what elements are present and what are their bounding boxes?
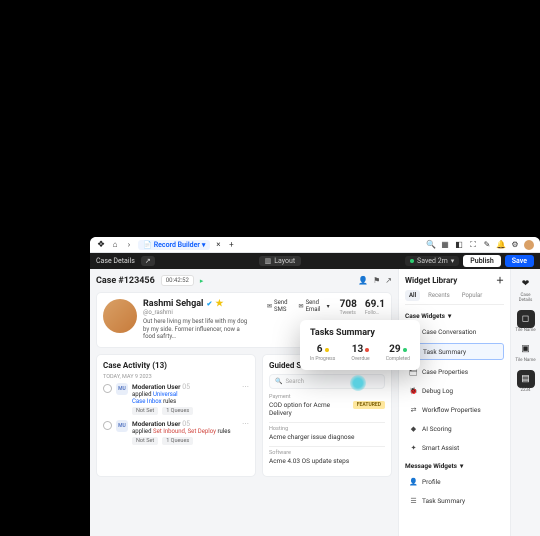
search-icon[interactable]: 🔍 [426, 240, 436, 250]
script-item[interactable]: Software Acme 4.03 OS update steps [269, 450, 385, 465]
bug-icon: 🐞 [409, 386, 418, 395]
send-email-link[interactable]: ✉ Send Email ▾ [299, 299, 330, 313]
search-input[interactable]: 🔍Search [269, 374, 385, 389]
flow-icon: ⇄ [409, 405, 418, 414]
widget-item[interactable]: 🐞Debug Log [405, 383, 504, 398]
save-button[interactable]: Save [505, 255, 534, 267]
widget-item[interactable]: ✦Smart Assist [405, 440, 504, 455]
more-icon[interactable]: ⋯ [242, 383, 249, 391]
sparkle-icon: ✦ [409, 443, 418, 452]
publish-button[interactable]: Publish [463, 255, 500, 267]
topbar: ❖ ⌂ › 📄Record Builder▾ × + 🔍 ▦ ◧ ⛶ ✎ 🔔 ⚙ [90, 237, 540, 253]
chevron-down-icon: ▾ [448, 312, 451, 320]
wand-icon[interactable]: ✎ [482, 240, 492, 250]
followers-count: 69.1 [365, 299, 385, 310]
widget-item[interactable]: 👤Profile [405, 474, 504, 489]
builder-bar: Case Details ↗ ▥ Layout Saved 2m▾ Publis… [90, 253, 540, 269]
expand-icon[interactable]: ⛶ [468, 240, 478, 250]
ai-icon: ◆ [409, 424, 418, 433]
share-icon[interactable]: ↗ [141, 256, 155, 266]
rail-item[interactable]: ▣Tile Name [515, 340, 537, 364]
flag-icon[interactable]: ⚑ [373, 276, 380, 285]
activity-item: MU Moderation User 05 applied Set Inboun… [103, 420, 249, 445]
avatar [103, 299, 137, 333]
right-rail: ❤Case Details ◻Tile Name ▣Tile Name ▤223… [510, 269, 540, 536]
guided-scripts-card: Guided Scripts 🔍Search Payment FEATURED … [262, 354, 392, 477]
share2-icon[interactable]: ↗ [385, 276, 392, 285]
play-icon[interactable]: ▸ [200, 277, 204, 285]
layout-toggle[interactable]: ▥ Layout [259, 256, 302, 266]
profile-bio: Out here living my best life with my dog… [143, 318, 253, 341]
search-icon: 🔍 [275, 378, 282, 385]
tab-popular[interactable]: Popular [458, 290, 487, 301]
verified-icon: ✔ [206, 300, 212, 308]
add-tab-icon[interactable]: + [226, 240, 236, 250]
tasks-title: Tasks Summary [310, 328, 410, 338]
widget-item[interactable]: ◆AI Scoring [405, 421, 504, 436]
case-timer: 00:42:52 [161, 275, 194, 286]
activity-item: MU Moderation User 05 applied Universal … [103, 383, 249, 415]
saved-status: Saved 2m▾ [405, 256, 459, 266]
star-icon: ★ [215, 299, 223, 309]
tab-record-builder[interactable]: 📄Record Builder▾ [138, 240, 210, 250]
activity-avatar: MU [116, 383, 128, 395]
tab-all[interactable]: All [405, 290, 420, 301]
plus-icon[interactable]: ＋ [496, 275, 504, 286]
activity-avatar: MU [116, 420, 128, 432]
widget-item[interactable]: 🗂Case Properties [405, 364, 504, 379]
case-activity-card: Case Activity (13) TODAY, MAY 9 2023 MU … [96, 354, 256, 477]
list-icon: ☰ [409, 496, 418, 505]
rail-item[interactable]: ▤2234 [515, 370, 537, 394]
settings-icon[interactable]: ⚙ [510, 240, 520, 250]
rail-item[interactable]: ❤Case Details [515, 275, 537, 304]
canvas: Case #123456 00:42:52 ▸ 👤 ⚑ ↗ Rashmi Seh… [90, 269, 398, 536]
profile-icon: 👤 [409, 477, 418, 486]
widget-library: Widget Library＋ All Recents Popular Case… [398, 269, 510, 536]
check-icon[interactable] [103, 421, 112, 430]
case-title: Case #123456 [96, 276, 155, 286]
grid-icon[interactable]: ▦ [440, 240, 450, 250]
check-icon[interactable] [103, 384, 112, 393]
tasks-summary-popover: Tasks Summary 6In Progress 13Overdue 29C… [300, 320, 420, 370]
tab-recents[interactable]: Recents [424, 290, 454, 301]
user-add-icon[interactable]: 👤 [358, 276, 368, 285]
chevron-down-icon: ▾ [202, 241, 206, 249]
breadcrumb: 📄Record Builder▾ × + [138, 240, 236, 250]
page-name: Case Details [96, 257, 135, 265]
widget-item[interactable]: ☰Task Summary [405, 493, 504, 508]
avatar-icon[interactable] [524, 240, 534, 250]
bookmark-icon[interactable]: ◧ [454, 240, 464, 250]
chevron-down-icon: ▾ [460, 462, 463, 470]
close-tab-icon[interactable]: × [213, 240, 223, 250]
app-logo-icon[interactable]: ❖ [96, 240, 106, 250]
group-message-widgets[interactable]: Message Widgets▾ [405, 462, 504, 470]
group-case-widgets[interactable]: Case Widgets▾ [405, 312, 504, 320]
tweets-count: 708 [340, 299, 357, 310]
script-item[interactable]: Hosting Acme charger issue diagnose [269, 426, 385, 441]
chevron-right-icon: › [124, 240, 134, 250]
profile-name: Rashmi Sehgal [143, 299, 203, 309]
rail-item[interactable]: ◻Tile Name [515, 310, 537, 334]
home-icon[interactable]: ⌂ [110, 240, 120, 250]
more-icon[interactable]: ⋯ [242, 420, 249, 428]
script-item[interactable]: Payment FEATURED COD option for Acme Del… [269, 394, 385, 417]
layout-icon: ▥ [265, 257, 272, 265]
profile-handle: @o_rashmi [143, 309, 253, 316]
bell-icon[interactable]: 🔔 [496, 240, 506, 250]
featured-badge: FEATURED [353, 401, 385, 409]
send-sms-link[interactable]: ✉ Send SMS [267, 299, 293, 313]
widget-item[interactable]: ⇄Workflow Properties [405, 402, 504, 417]
